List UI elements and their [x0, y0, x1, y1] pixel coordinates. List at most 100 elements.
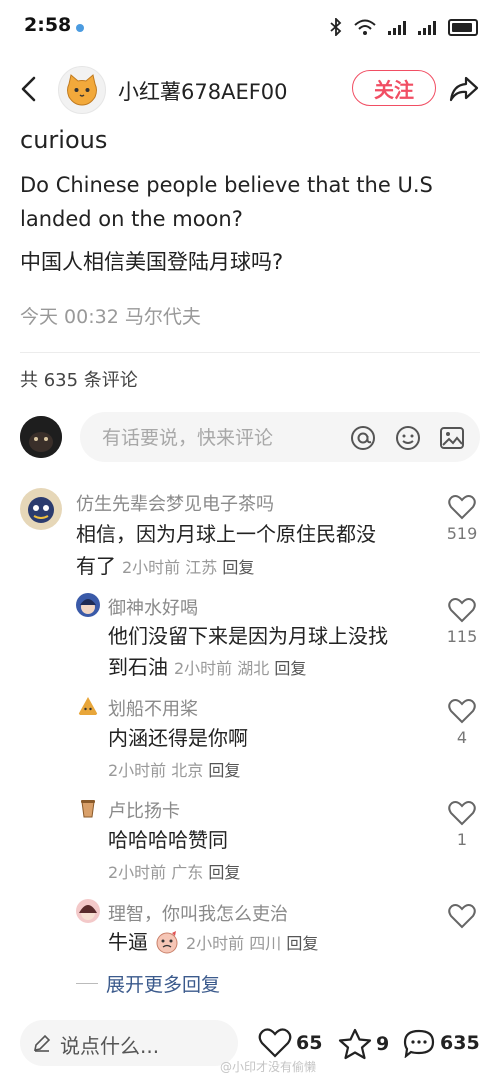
post-body-en: Do Chinese people believe that the U.S l…: [20, 173, 433, 231]
divider: [20, 352, 480, 353]
heart-icon: [258, 1028, 292, 1058]
mention-icon[interactable]: [350, 425, 376, 451]
sticker-emoji-icon: [156, 931, 178, 954]
heart-icon: [448, 904, 476, 929]
like-button[interactable]: 115: [447, 597, 482, 646]
comment-text-line: 内涵还得是你啊: [108, 726, 248, 750]
comment-time: 2小时前: [122, 558, 181, 577]
comment-tail: 牛逼 2小时前 四川 回复: [108, 926, 318, 958]
share-icon: [449, 76, 479, 102]
watermark: @小印才没有偷懒: [220, 1060, 317, 1074]
pencil-icon: [33, 1034, 51, 1052]
comment-tail: 到石油 2小时前 湖北 回复: [108, 651, 306, 683]
comment-input[interactable]: [100, 412, 334, 464]
heart-icon: [448, 699, 476, 724]
author-avatar[interactable]: [58, 66, 106, 114]
back-arrow-icon: [21, 76, 36, 102]
bottom-comment-input[interactable]: 说点什么...: [20, 1020, 238, 1066]
like-count: 1: [456, 830, 468, 849]
post-meta: 今天 00:32 马尔代夫: [20, 306, 201, 328]
heart-icon: [448, 801, 476, 826]
triangle-avatar-icon: [76, 694, 100, 718]
comment-count: 共 635 条评论: [20, 370, 138, 391]
comment-meta: 2小时前 江苏 回复: [122, 554, 254, 578]
comment-meta: 2小时前 四川 回复: [186, 930, 318, 954]
comment-location: 江苏: [185, 558, 218, 577]
cup-avatar-icon: [76, 796, 100, 820]
emoji-icon[interactable]: [395, 425, 421, 451]
post-like-button[interactable]: 65: [258, 1028, 322, 1058]
like-count: 519: [446, 524, 478, 543]
notification-dot-icon: [76, 24, 84, 32]
expand-label: 展开更多回复: [106, 974, 221, 996]
status-bar: 2:58: [0, 0, 500, 56]
comment-meta: 2小时前 湖北 回复: [174, 655, 306, 679]
reply-button[interactable]: 回复: [208, 761, 240, 780]
commenter-avatar[interactable]: [76, 796, 100, 820]
comment-author[interactable]: 理智，你叫我怎么吏治: [108, 900, 288, 926]
bottom-input-label: 说点什么...: [60, 1034, 160, 1058]
post-star-count: 9: [376, 1033, 390, 1055]
comment-meta: 2小时前 北京 回复: [108, 757, 240, 781]
comment-location: 湖北: [237, 659, 270, 678]
bluetooth-icon: [330, 18, 342, 36]
signal-icon-2: [418, 19, 436, 35]
post-star-button[interactable]: 9: [338, 1028, 389, 1060]
reply-button[interactable]: 回复: [274, 659, 306, 678]
like-button[interactable]: 1: [448, 800, 482, 849]
comment-tail: 有了 2小时前 江苏 回复: [76, 550, 254, 582]
like-button[interactable]: 519: [447, 494, 482, 543]
comment-text-line: 牛逼: [108, 930, 148, 954]
heart-icon: [448, 495, 476, 520]
comment-author[interactable]: 划船不用桨: [108, 695, 198, 721]
comment-time: 2小时前: [108, 761, 167, 780]
comment-location: 北京: [171, 761, 204, 780]
anime-avatar-icon: [76, 593, 100, 617]
comment-text-line: 有了: [76, 554, 116, 578]
like-count: 4: [456, 728, 468, 747]
comment-text-line: 哈哈哈哈赞同: [108, 828, 228, 852]
expand-line: [76, 983, 98, 984]
like-count: 115: [446, 627, 478, 646]
share-button[interactable]: [448, 74, 480, 104]
reply-button[interactable]: 回复: [222, 558, 254, 577]
back-button[interactable]: [16, 74, 44, 104]
commenter-avatar[interactable]: [20, 488, 62, 530]
post-body-zh: 中国人相信美国登陆月球吗?: [20, 250, 284, 274]
author-name[interactable]: 小红薯678AEF00: [118, 76, 288, 106]
comment-text-line: 他们没留下来是因为月球上没找: [108, 624, 388, 648]
comment-author[interactable]: 卢比扬卡: [108, 797, 180, 823]
like-button[interactable]: 4: [448, 698, 482, 747]
commenter-avatar[interactable]: [76, 593, 100, 617]
reply-button[interactable]: 回复: [286, 934, 318, 953]
like-button[interactable]: [448, 903, 476, 933]
comment-location: 广东: [171, 863, 204, 882]
comment-author[interactable]: 御神水好喝: [108, 594, 198, 620]
comment-time: 2小时前: [174, 659, 233, 678]
commenter-avatar[interactable]: [76, 899, 100, 923]
commenter-avatar[interactable]: [76, 694, 100, 718]
comment-author[interactable]: 仿生先辈会梦见电子茶吗: [76, 490, 274, 516]
post-comment-count: 635: [440, 1032, 480, 1054]
comment-text-line: 相信，因为月球上一个原住民都没: [76, 522, 376, 546]
comment-bubble-icon: [403, 1029, 435, 1058]
girl-avatar-icon: [76, 899, 100, 923]
comment-text-line: 到石油: [108, 655, 168, 679]
comment-time: 2小时前: [108, 863, 167, 882]
reply-button[interactable]: 回复: [208, 863, 240, 882]
post-like-count: 65: [296, 1032, 323, 1054]
dark-avatar-icon: [20, 416, 62, 458]
battery-icon: [448, 18, 478, 36]
image-icon[interactable]: [439, 425, 465, 451]
post-title: curious: [20, 126, 108, 154]
cat-avatar-icon: [67, 74, 97, 106]
follow-button[interactable]: 关注: [352, 70, 436, 106]
heart-icon: [448, 598, 476, 623]
comment-meta: 2小时前 广东 回复: [108, 859, 240, 883]
expand-more-replies[interactable]: 展开更多回复: [76, 970, 220, 997]
post-comment-button[interactable]: 635: [402, 1028, 480, 1058]
comment-input-box[interactable]: [80, 412, 480, 464]
star-icon: [338, 1028, 372, 1060]
comment-location: 四川: [249, 934, 282, 953]
comment-time: 2小时前: [186, 934, 245, 953]
